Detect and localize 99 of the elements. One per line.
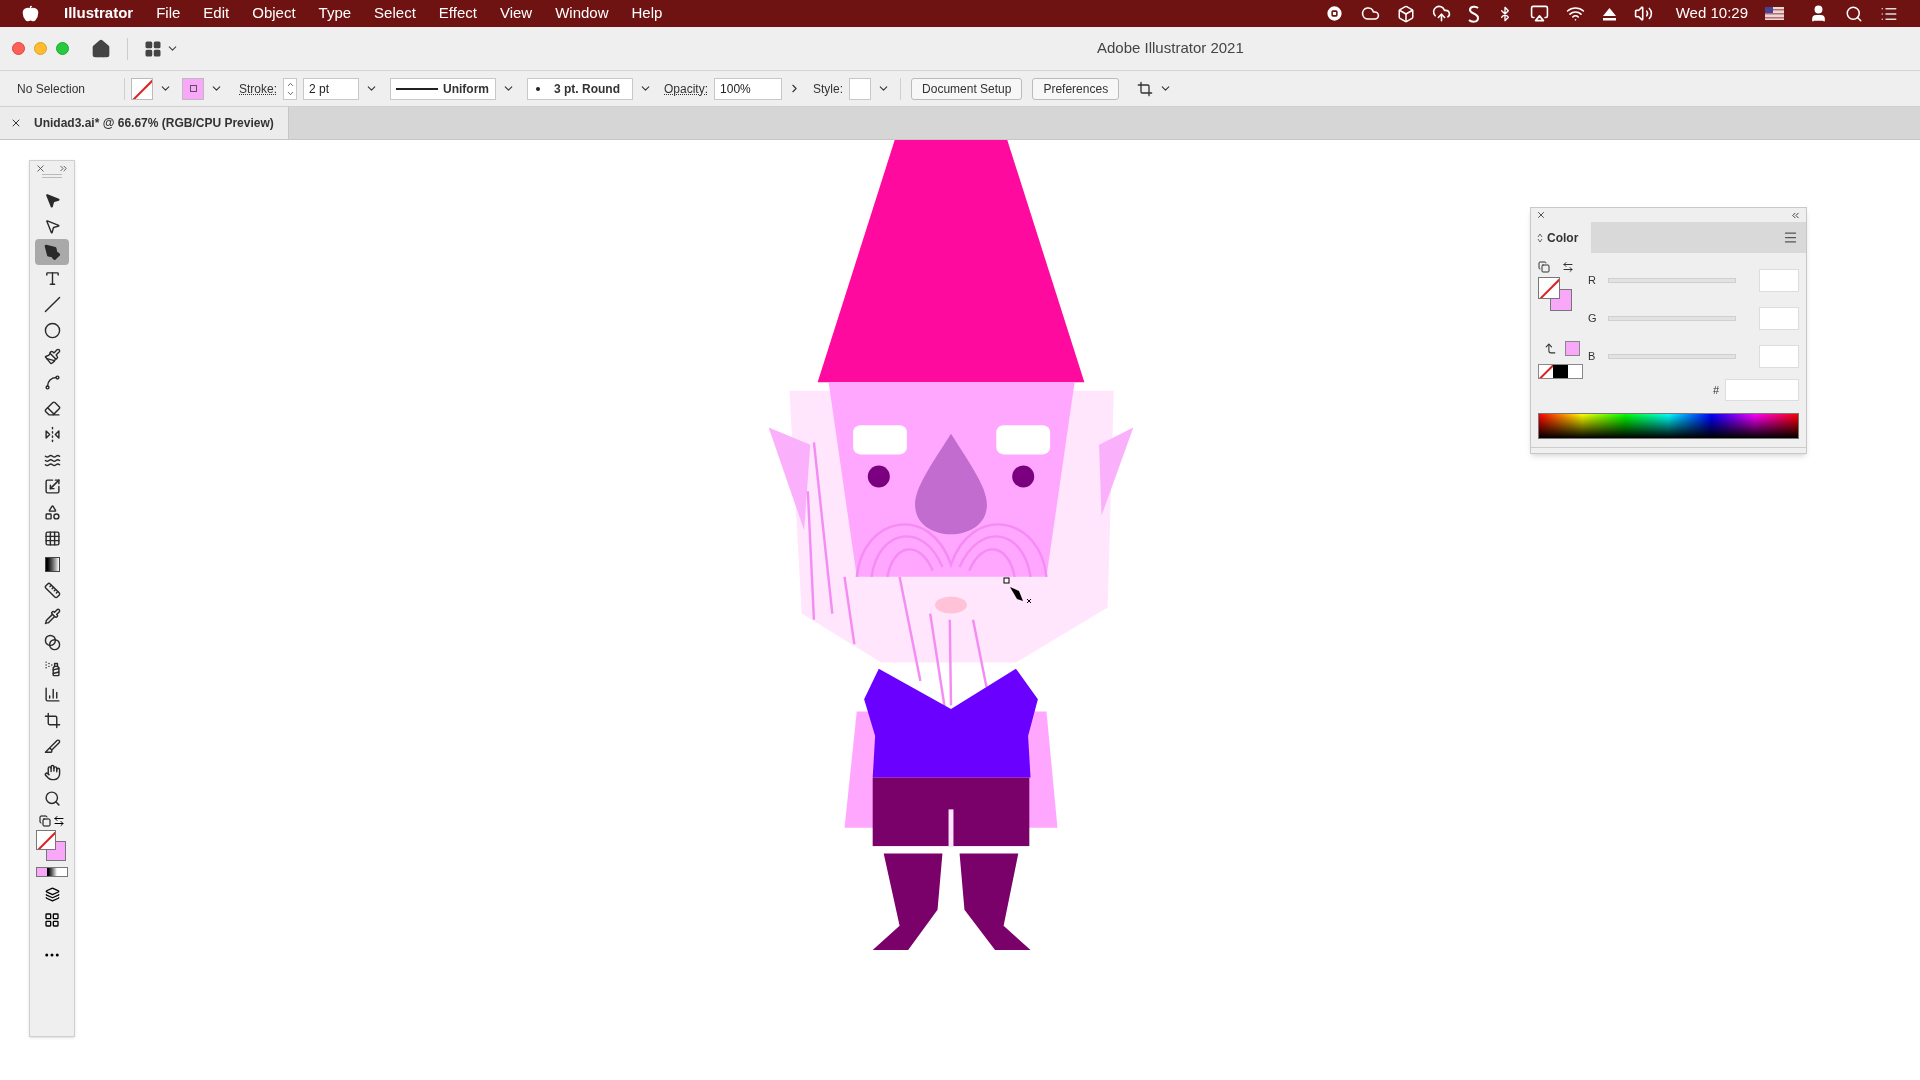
- shape-builder-icon: [43, 503, 61, 521]
- default-colors-icon[interactable]: [1538, 261, 1550, 273]
- cloud-icon[interactable]: [1360, 4, 1380, 23]
- curve-pencil-icon: [43, 373, 61, 391]
- menu-item[interactable]: Object: [252, 2, 296, 25]
- channel-value-field[interactable]: [1759, 344, 1799, 368]
- mesh-icon: [43, 529, 61, 547]
- close-icon[interactable]: [35, 163, 46, 174]
- menu-item[interactable]: File: [156, 2, 181, 25]
- out-of-gamut-icon[interactable]: [1544, 342, 1557, 355]
- style-swatch[interactable]: [849, 77, 872, 100]
- expand-collapse-icon[interactable]: [1537, 232, 1543, 243]
- menu-item[interactable]: View: [499, 2, 533, 25]
- channel-slider[interactable]: [1608, 315, 1736, 321]
- record-stop-icon[interactable]: [1324, 4, 1344, 23]
- channel-slider[interactable]: [1608, 277, 1736, 283]
- channel-value-field[interactable]: [1759, 268, 1799, 292]
- home-icon[interactable]: [91, 38, 111, 59]
- gradient-icon: [44, 556, 60, 572]
- selection-status: No Selection: [16, 80, 87, 98]
- panel-tab[interactable]: Color: [1531, 222, 1591, 253]
- artboard-icon: [43, 711, 61, 729]
- menu-item[interactable]: Window: [555, 2, 609, 25]
- menu-item[interactable]: Help: [631, 2, 663, 25]
- expand-icon[interactable]: [58, 163, 69, 174]
- stroke-swatch[interactable]: [131, 77, 153, 100]
- control-button[interactable]: Preferences: [1032, 77, 1120, 100]
- scale-icon: [43, 477, 61, 495]
- user-icon[interactable]: [1809, 4, 1828, 23]
- screen-mode-icon[interactable]: [44, 912, 60, 928]
- knife-icon: [43, 737, 61, 755]
- wifi-icon[interactable]: [1565, 4, 1585, 23]
- type-icon: [43, 269, 61, 287]
- swap-colors-icon[interactable]: [1562, 261, 1574, 273]
- s-logo-icon[interactable]: [1467, 4, 1480, 23]
- airplay-icon[interactable]: [1529, 4, 1549, 23]
- hex-label: #: [1712, 382, 1719, 398]
- clock[interactable]: Wed 10:29: [1675, 2, 1748, 25]
- bar-graph-icon: [43, 685, 61, 703]
- box-icon[interactable]: [1396, 4, 1415, 23]
- cloud-upload-icon[interactable]: [1431, 4, 1451, 23]
- stroke-weight-field[interactable]: 2 pt: [303, 77, 359, 100]
- channel-value-field[interactable]: [1759, 306, 1799, 330]
- flag-icon[interactable]: [1765, 7, 1784, 20]
- opacity-label[interactable]: Opacity:: [664, 79, 709, 98]
- tool-button[interactable]: [35, 239, 69, 265]
- ellipse-icon: [43, 321, 61, 339]
- color-spectrum[interactable]: [1538, 413, 1799, 439]
- menu-item[interactable]: Effect: [438, 2, 477, 25]
- stroke-label[interactable]: Stroke:: [239, 79, 277, 98]
- hex-field[interactable]: [1725, 379, 1799, 401]
- color-mode-swatches[interactable]: [36, 867, 68, 877]
- window-title: Adobe Illustrator 2021: [1097, 38, 1244, 59]
- hand-icon: [43, 763, 61, 781]
- close-icon[interactable]: [10, 117, 22, 129]
- opacity-field[interactable]: 100%: [714, 77, 783, 100]
- app-menu[interactable]: Illustrator: [64, 2, 134, 25]
- zoom-icon: [43, 789, 61, 807]
- eject-icon[interactable]: [1601, 6, 1617, 21]
- menu-item[interactable]: Select: [374, 2, 416, 25]
- arrow-pointer-icon: [43, 191, 61, 209]
- reflect-icon: [43, 425, 61, 443]
- pen-icon: [43, 243, 61, 261]
- zoom-window-button[interactable]: [56, 42, 69, 55]
- line-icon: [43, 295, 61, 313]
- control-button[interactable]: Document Setup: [911, 77, 1023, 100]
- document-tab[interactable]: Unidad3.ai* @ 66.67% (RGB/CPU Preview): [0, 107, 289, 139]
- stroke-stepper[interactable]: [283, 77, 297, 100]
- panel-grip[interactable]: [42, 174, 62, 178]
- ruler-icon: [43, 581, 61, 599]
- channel-slider[interactable]: [1608, 353, 1736, 359]
- eraser-icon: [43, 399, 61, 417]
- eyedropper-icon: [43, 607, 61, 625]
- blend-icon: [43, 633, 61, 651]
- fill-stroke-swatches[interactable]: [1538, 277, 1574, 311]
- close-window-button[interactable]: [12, 42, 25, 55]
- swap-colors-icon[interactable]: [53, 815, 65, 827]
- channel-label: B: [1588, 348, 1597, 364]
- panel-menu-icon[interactable]: [1783, 230, 1798, 245]
- channel-label: R: [1588, 272, 1597, 288]
- workspace-layout-icon[interactable]: [144, 39, 162, 58]
- draw-mode-icon[interactable]: [44, 887, 60, 902]
- spray-icon: [43, 659, 61, 677]
- channel-label: G: [1588, 310, 1598, 326]
- menu-item[interactable]: Type: [318, 2, 352, 25]
- menu-item[interactable]: Edit: [203, 2, 230, 25]
- apple-icon[interactable]: [22, 5, 39, 22]
- style-label: Style:: [813, 80, 844, 98]
- default-colors-icon[interactable]: [39, 815, 51, 827]
- close-icon[interactable]: [1536, 210, 1546, 220]
- hollow-pointer-icon: [43, 217, 61, 235]
- search-icon[interactable]: [1845, 4, 1863, 23]
- profile-dropdown[interactable]: Uniform: [390, 77, 496, 100]
- volume-icon[interactable]: [1633, 4, 1653, 23]
- brush-dropdown[interactable]: 3 pt. Round: [527, 77, 633, 100]
- fill-swatch[interactable]: [182, 77, 204, 100]
- last-color-swatch[interactable]: [1565, 341, 1580, 356]
- quick-swatches[interactable]: [1538, 364, 1583, 379]
- paintbrush-icon: [43, 347, 61, 365]
